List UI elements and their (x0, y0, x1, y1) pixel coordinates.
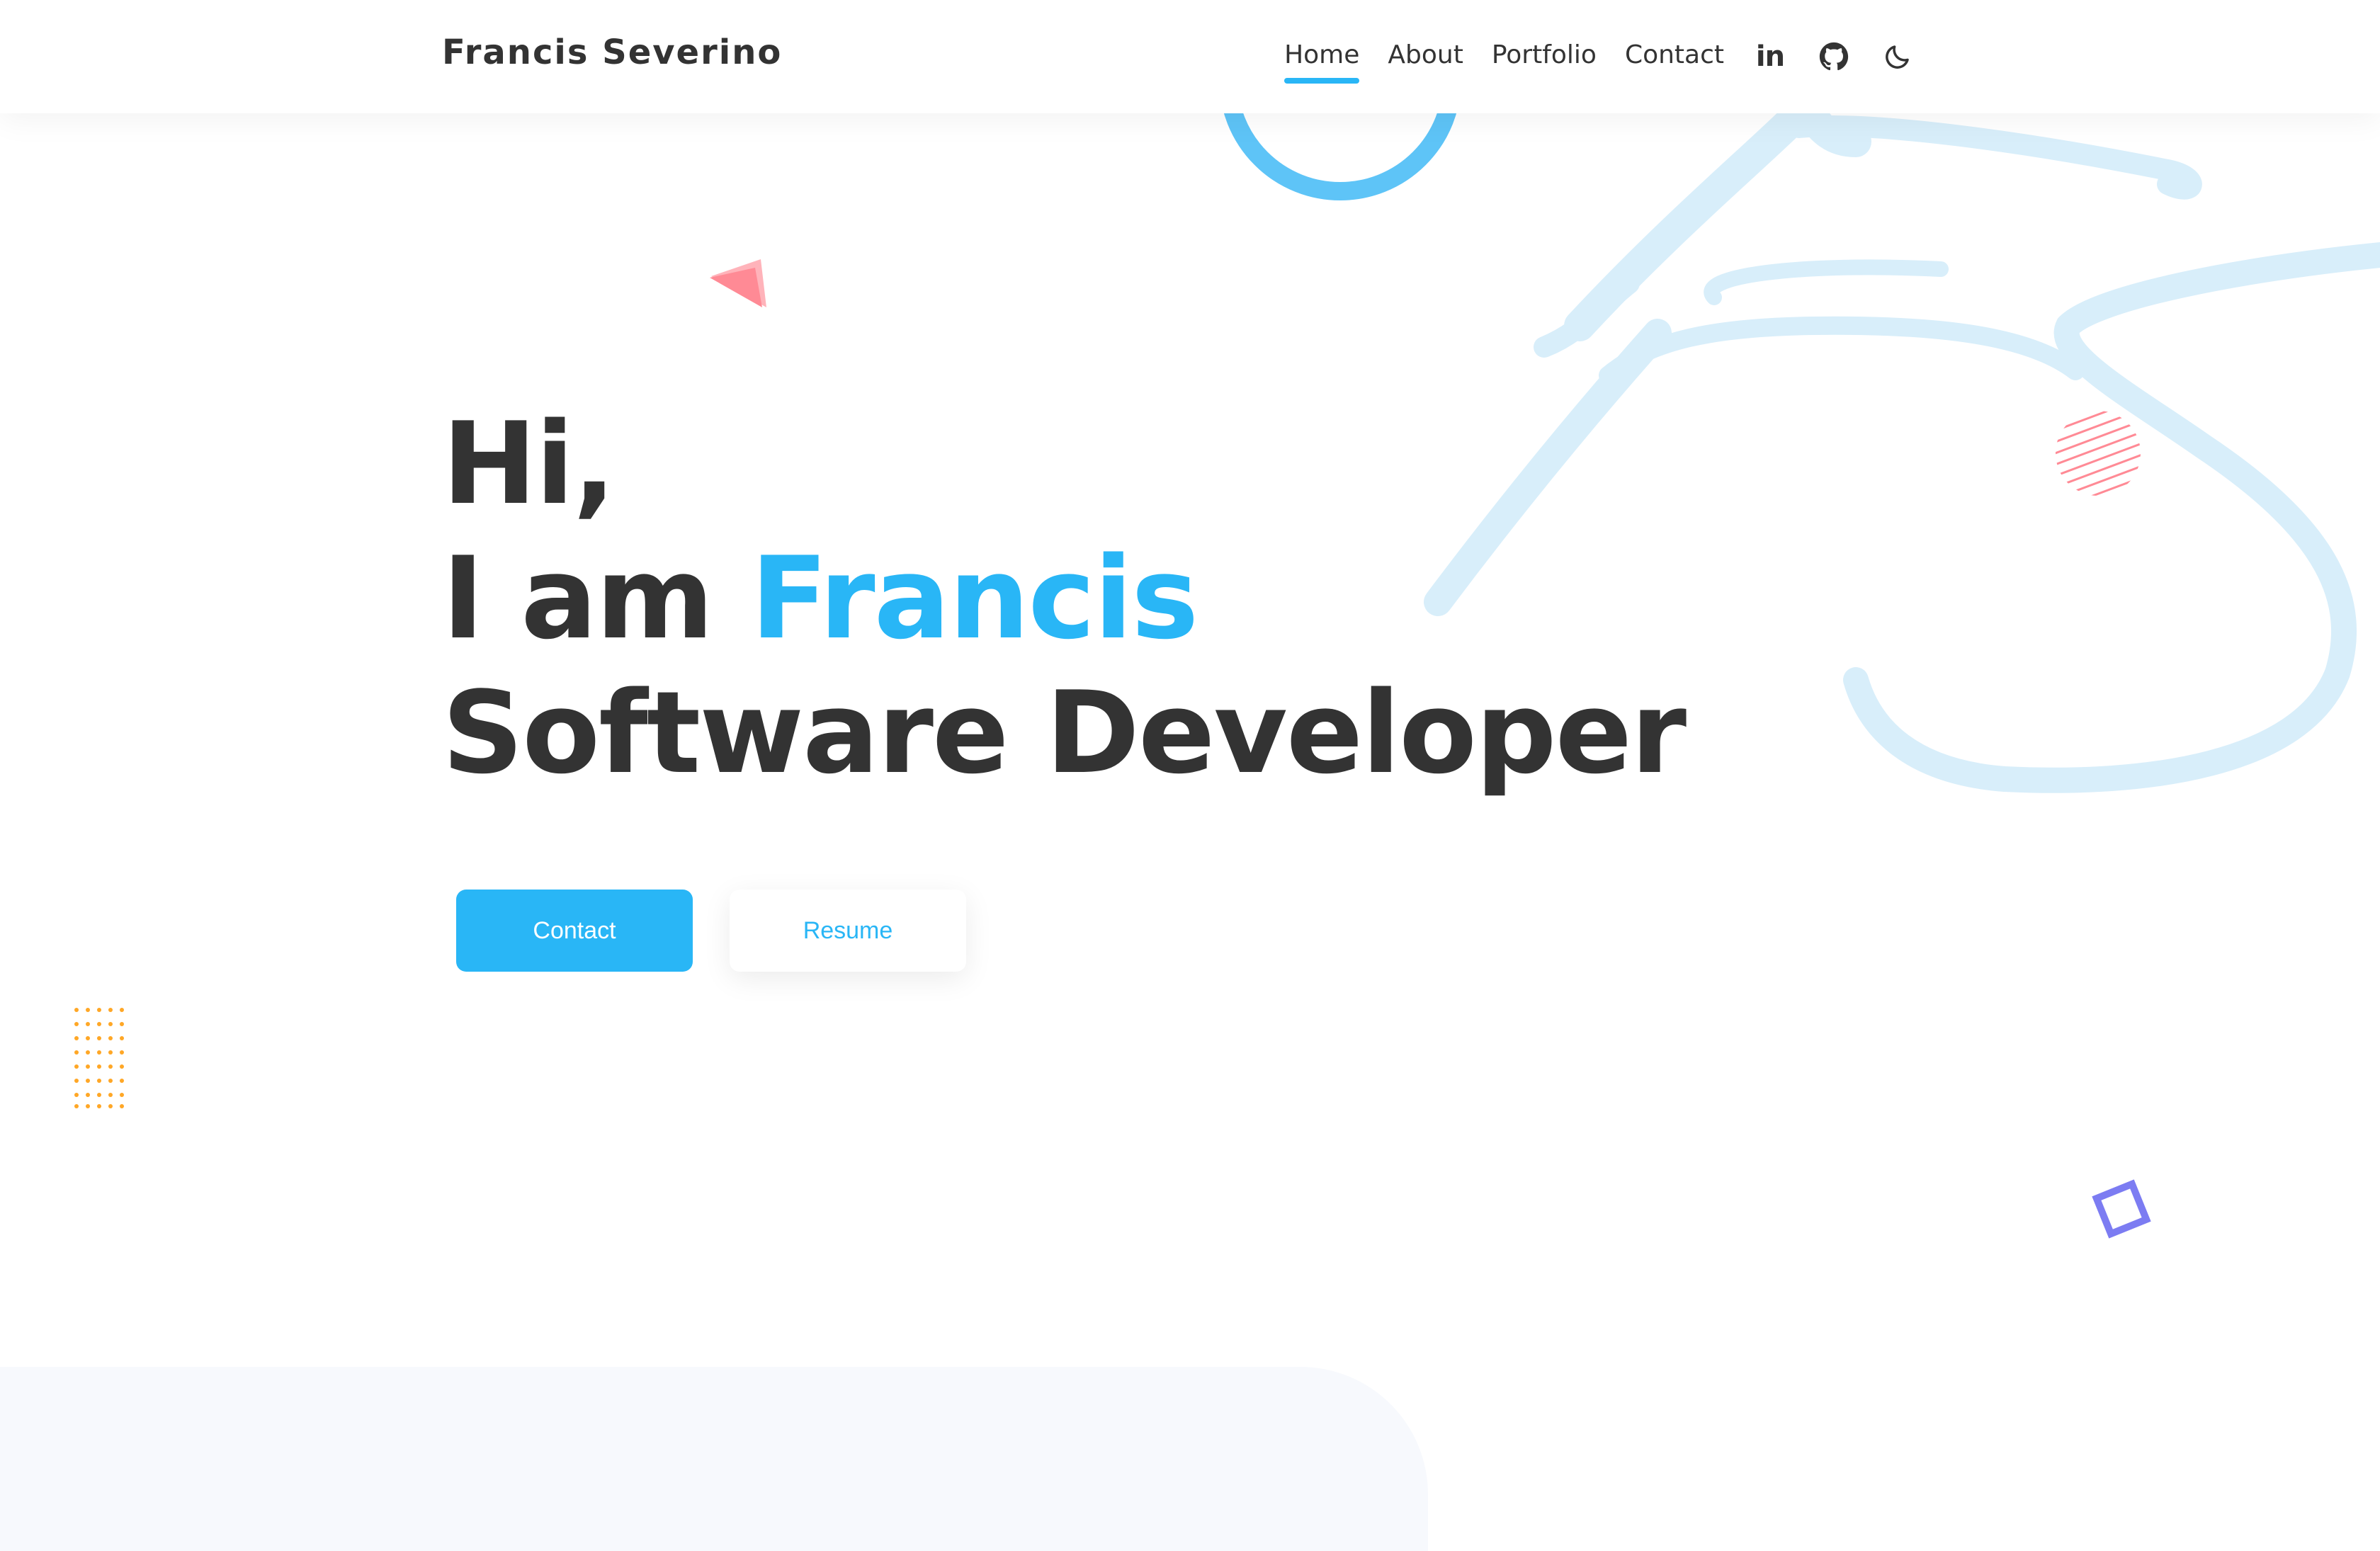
brand-logo[interactable]: Francis Severino (442, 33, 782, 72)
dot-grid-decoration (74, 1008, 124, 1108)
github-icon[interactable] (1816, 39, 1852, 74)
hero-buttons: Contact Resume (456, 890, 966, 972)
moon-icon-graphic (1886, 45, 1909, 69)
github-icon-graphic (1819, 42, 1849, 71)
next-section-panel (0, 1367, 1428, 1551)
linkedin-icon-label: in (1755, 40, 1785, 73)
hero-name: Francis (750, 532, 1199, 664)
moon-icon[interactable] (1880, 39, 1915, 74)
hero-intro: I am Francis (442, 531, 1685, 666)
hero-role: Software Developer (442, 666, 1687, 799)
hero-intro-prefix: I am (442, 532, 751, 664)
nav-portfolio[interactable]: Portfolio (1492, 40, 1597, 74)
linkedin-icon[interactable]: in (1752, 39, 1788, 74)
triangle-decoration (710, 259, 766, 307)
contact-button[interactable]: Contact (456, 890, 693, 972)
hero-greeting: Hi, (442, 397, 616, 530)
resume-button[interactable]: Resume (730, 890, 966, 972)
nav-about[interactable]: About (1388, 40, 1463, 74)
nav-links: Home About Portfolio Contact in (1284, 34, 1915, 84)
hero-section: Hi, I am Francis Software Developer (442, 397, 1687, 800)
square-decoration (2092, 1179, 2151, 1239)
nav-contact[interactable]: Contact (1625, 40, 1724, 74)
nav-home[interactable]: Home (1284, 40, 1360, 84)
navbar: Francis Severino Home About Portfolio Co… (0, 0, 2380, 113)
